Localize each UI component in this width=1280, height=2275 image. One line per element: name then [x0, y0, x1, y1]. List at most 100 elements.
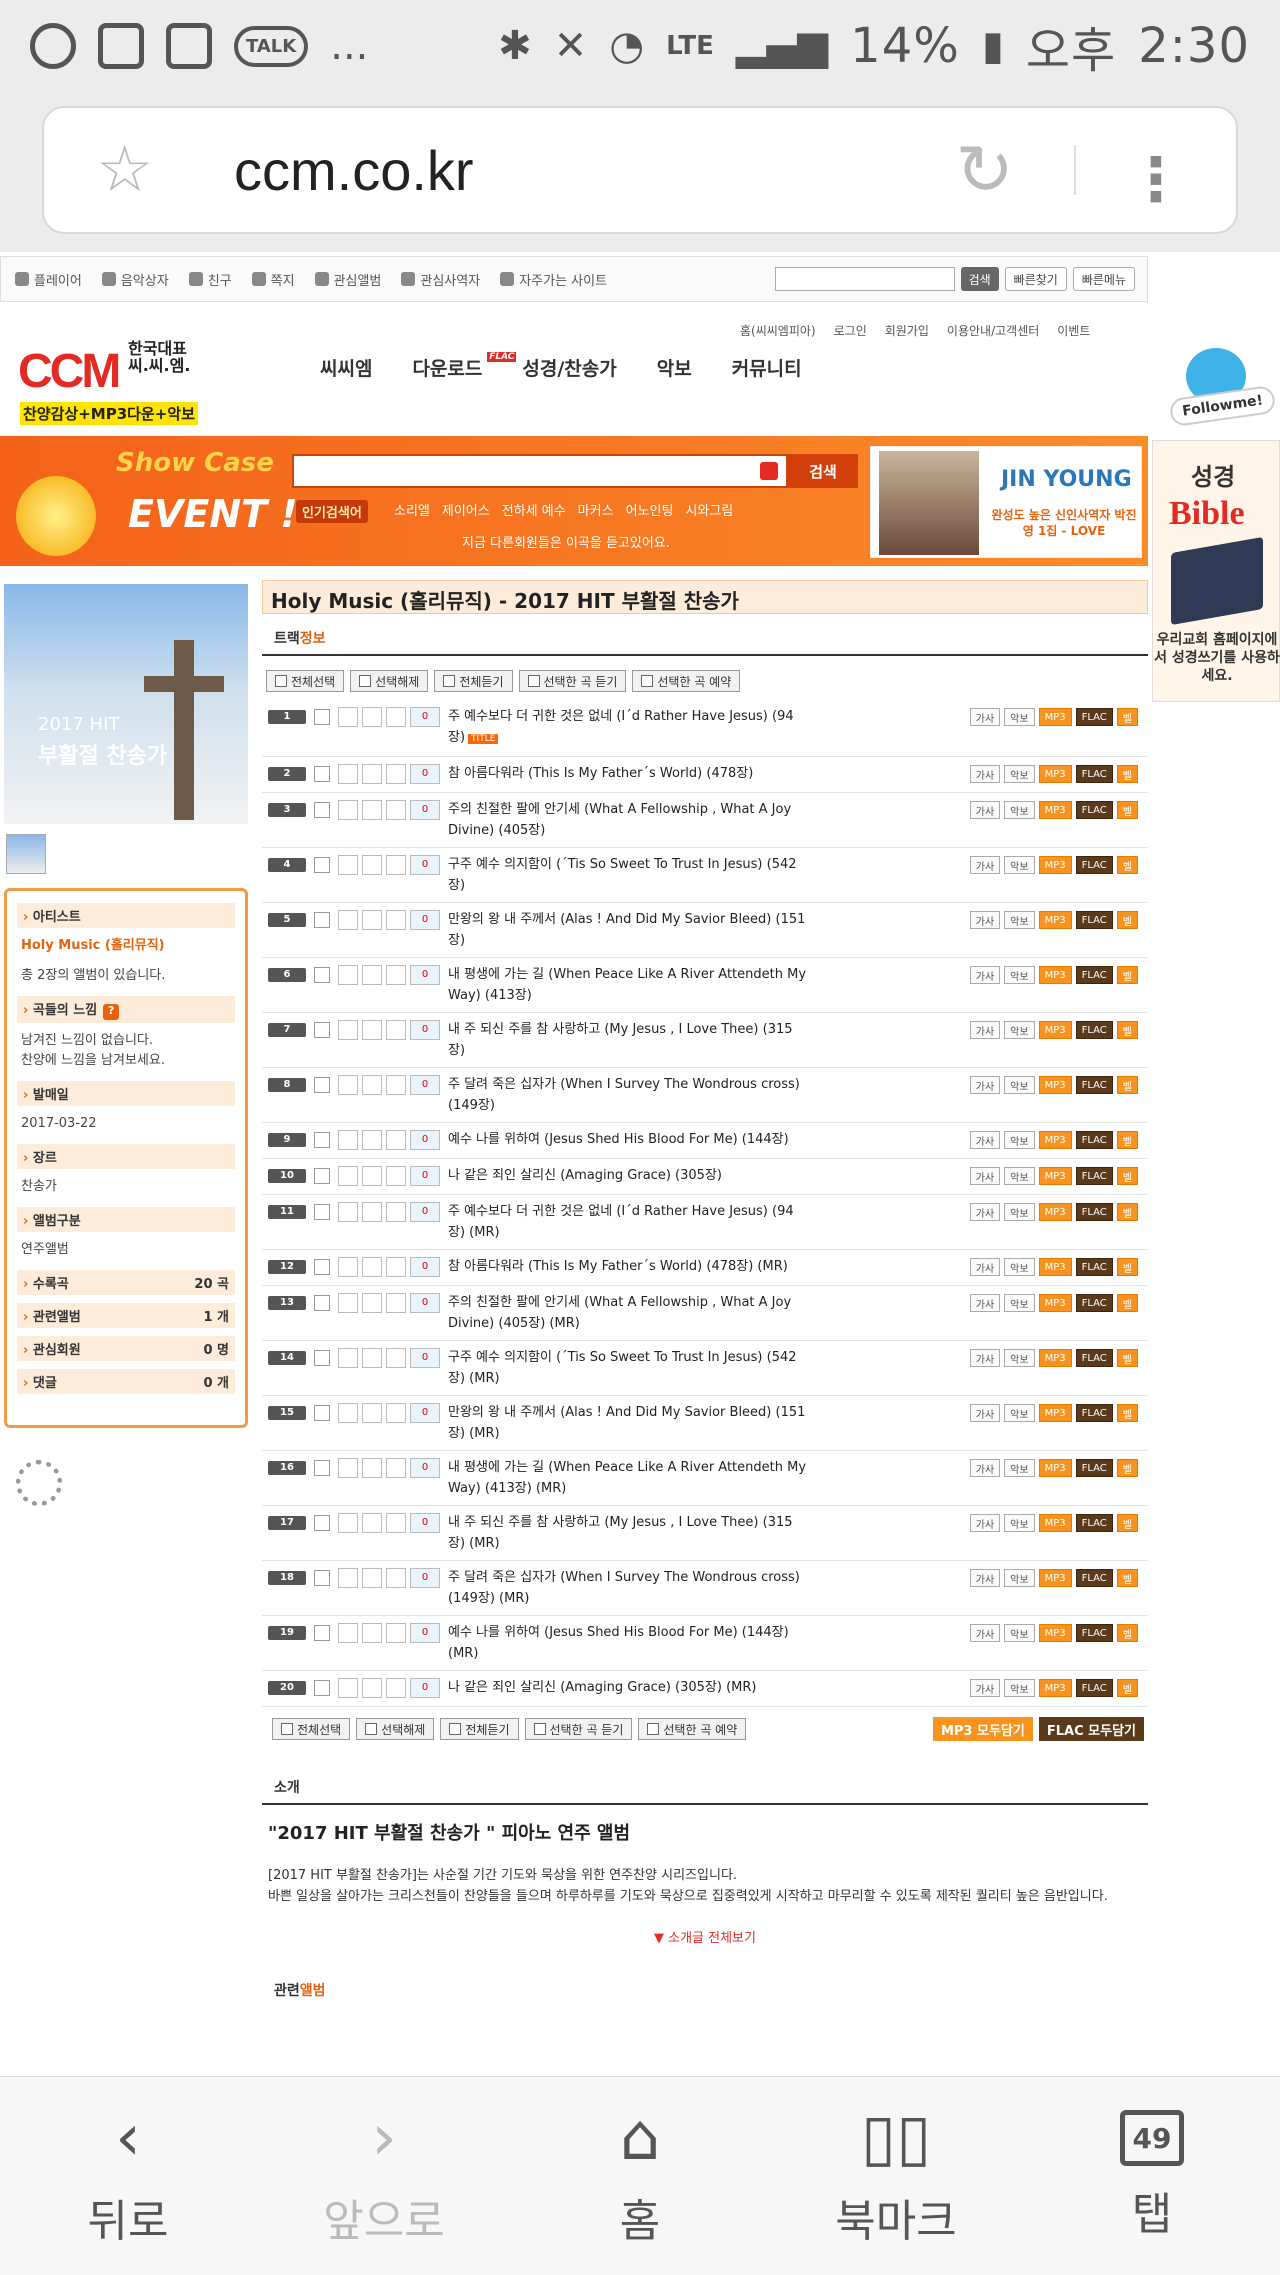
track-checkbox[interactable] — [314, 766, 330, 782]
bookmark-star-icon[interactable]: ☆ — [96, 133, 176, 207]
track-checkbox[interactable] — [314, 802, 330, 818]
track-title[interactable]: 참 아름다워라 (This Is My Father´s World) (478… — [448, 763, 808, 784]
track-title[interactable]: 주 예수보다 더 귀한 것은 없네 (I´d Rather Have Jesus… — [448, 706, 808, 750]
lyrics-button[interactable]: 가사 — [969, 1514, 1001, 1532]
util-fav-albums[interactable]: 관심앨범 — [314, 270, 381, 289]
ringtone-button[interactable]: 벨 — [1116, 1076, 1138, 1094]
box-icon[interactable] — [386, 1623, 406, 1643]
flac-button[interactable]: FLAC — [1075, 966, 1113, 984]
util-search-button[interactable]: 검색 — [960, 267, 999, 291]
forward-button[interactable]: › 앞으로 — [256, 2077, 512, 2275]
ringtone-button[interactable]: 벨 — [1116, 1349, 1138, 1367]
album-cover[interactable]: 2017 HIT 부활절 찬송가 — [4, 584, 248, 824]
score-button[interactable]: 악보 — [1004, 1624, 1035, 1642]
lyrics-button[interactable]: 가사 — [969, 1131, 1001, 1149]
clock-icon[interactable] — [362, 1513, 382, 1533]
clock-icon[interactable] — [362, 1166, 382, 1186]
artist-albums[interactable]: 총 2장의 앨범이 있습니다. — [17, 966, 235, 996]
listen-icon[interactable] — [338, 1202, 358, 1222]
score-button[interactable]: 악보 — [1004, 856, 1035, 874]
track-checkbox[interactable] — [314, 1295, 330, 1311]
like-count[interactable]: 0 — [410, 1513, 440, 1533]
lyrics-button[interactable]: 가사 — [969, 1459, 1001, 1477]
overflow-menu-icon[interactable]: ⋮ — [1126, 145, 1186, 215]
listen-icon[interactable] — [338, 1075, 358, 1095]
keyword[interactable]: 시와그림 — [685, 500, 733, 519]
score-button[interactable]: 악보 — [1004, 1569, 1035, 1587]
mp3-button[interactable]: MP3 — [1038, 966, 1072, 984]
box-icon[interactable] — [386, 965, 406, 985]
link-login[interactable]: 로그인 — [834, 322, 867, 339]
deselect-button[interactable]: 선택해제 — [350, 670, 429, 692]
clock-icon[interactable] — [362, 1293, 382, 1313]
box-icon[interactable] — [386, 800, 406, 820]
score-button[interactable]: 악보 — [1004, 1167, 1035, 1185]
lyrics-button[interactable]: 가사 — [969, 856, 1001, 874]
home-button[interactable]: ⌂ 홈 — [512, 2077, 768, 2275]
bible-side-ad[interactable]: 성경 Bible 우리교회 홈페이지에서 성경쓰기를 사용하세요. — [1152, 440, 1280, 702]
like-count[interactable]: 0 — [410, 910, 440, 930]
flac-button[interactable]: FLAC — [1075, 1404, 1113, 1422]
ringtone-button[interactable]: 벨 — [1116, 1021, 1138, 1039]
clock-icon[interactable] — [362, 1130, 382, 1150]
ringtone-button[interactable]: 벨 — [1116, 1514, 1138, 1532]
track-title[interactable]: 나 같은 죄인 살리신 (Amaging Grace) (305장) — [448, 1165, 808, 1186]
track-title[interactable]: 만왕의 왕 내 주께서 (Alas ! And Did My Savior Bl… — [448, 909, 808, 951]
track-checkbox[interactable] — [314, 709, 330, 725]
mp3-button[interactable]: MP3 — [1038, 1167, 1072, 1185]
intro-more-link[interactable]: ▼ 소개글 전체보기 — [262, 1927, 1148, 1946]
track-title[interactable]: 만왕의 왕 내 주께서 (Alas ! And Did My Savior Bl… — [448, 1402, 808, 1444]
ringtone-button[interactable]: 벨 — [1116, 708, 1138, 726]
flac-button[interactable]: FLAC — [1075, 1514, 1113, 1532]
flac-button[interactable]: FLAC — [1075, 1459, 1113, 1477]
track-checkbox[interactable] — [314, 1515, 330, 1531]
clock-icon[interactable] — [362, 707, 382, 727]
ringtone-button[interactable]: 벨 — [1116, 1679, 1138, 1697]
clock-icon[interactable] — [362, 1257, 382, 1277]
ringtone-button[interactable]: 벨 — [1116, 801, 1138, 819]
play-selected-button[interactable]: 선택한 곡 듣기 — [524, 1718, 633, 1740]
box-icon[interactable] — [386, 1348, 406, 1368]
listen-icon[interactable] — [338, 707, 358, 727]
address-bar[interactable]: ☆ ccm.co.kr ↻ ⋮ — [42, 106, 1238, 234]
lyrics-button[interactable]: 가사 — [969, 966, 1001, 984]
lyrics-button[interactable]: 가사 — [969, 801, 1001, 819]
track-checkbox[interactable] — [314, 857, 330, 873]
score-button[interactable]: 악보 — [1004, 1203, 1035, 1221]
like-count[interactable]: 0 — [410, 1257, 440, 1277]
listen-icon[interactable] — [338, 1348, 358, 1368]
box-icon[interactable] — [386, 707, 406, 727]
followme-badge[interactable]: Followme! — [1160, 348, 1278, 436]
mp3-button[interactable]: MP3 — [1038, 708, 1072, 726]
lyrics-button[interactable]: 가사 — [969, 1349, 1001, 1367]
link-event[interactable]: 이벤트 — [1057, 322, 1090, 339]
clock-icon[interactable] — [362, 1568, 382, 1588]
lyrics-button[interactable]: 가사 — [969, 1294, 1001, 1312]
back-button[interactable]: ‹ 뒤로 — [0, 2077, 256, 2275]
ringtone-button[interactable]: 벨 — [1116, 1404, 1138, 1422]
mp3-button[interactable]: MP3 — [1038, 911, 1072, 929]
flac-button[interactable]: FLAC — [1075, 1294, 1113, 1312]
track-checkbox[interactable] — [314, 1077, 330, 1093]
track-checkbox[interactable] — [314, 1022, 330, 1038]
ringtone-button[interactable]: 벨 — [1116, 1167, 1138, 1185]
util-musicbox[interactable]: 음악상자 — [101, 270, 169, 289]
listen-icon[interactable] — [338, 1458, 358, 1478]
clock-icon[interactable] — [362, 1020, 382, 1040]
fans-count[interactable]: 관심회원0 명 — [17, 1336, 235, 1361]
listen-icon[interactable] — [338, 1403, 358, 1423]
track-checkbox[interactable] — [314, 967, 330, 983]
mp3-download-all-button[interactable]: MP3 모두담기 — [932, 1717, 1033, 1741]
flac-button[interactable]: FLAC — [1075, 1679, 1113, 1697]
mp3-button[interactable]: MP3 — [1038, 1258, 1072, 1276]
util-fav-sites[interactable]: 자주가는 사이트 — [500, 270, 607, 289]
keyword[interactable]: 어노인팅 — [626, 500, 674, 519]
ringtone-button[interactable]: 벨 — [1116, 1294, 1138, 1312]
track-title[interactable]: 예수 나를 위하여 (Jesus Shed His Blood For Me) … — [448, 1622, 808, 1664]
nav-score[interactable]: 악보 — [657, 354, 692, 381]
score-button[interactable]: 악보 — [1004, 1459, 1035, 1477]
score-button[interactable]: 악보 — [1004, 1294, 1035, 1312]
flac-button[interactable]: FLAC — [1075, 1349, 1113, 1367]
mp3-button[interactable]: MP3 — [1038, 1203, 1072, 1221]
track-title[interactable]: 참 아름다워라 (This Is My Father´s World) (478… — [448, 1256, 808, 1277]
